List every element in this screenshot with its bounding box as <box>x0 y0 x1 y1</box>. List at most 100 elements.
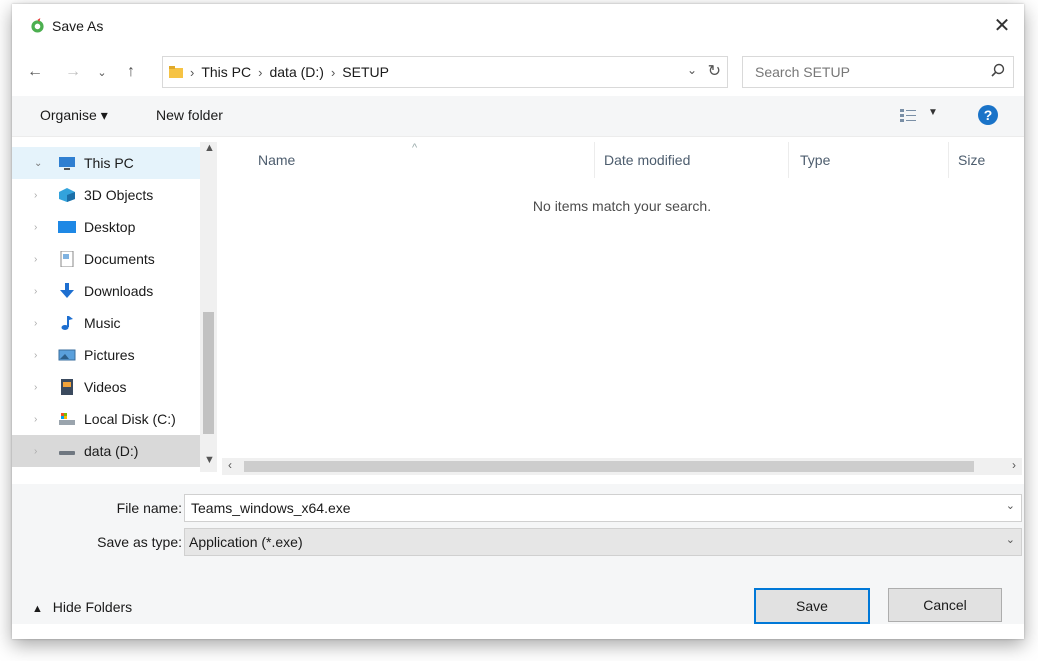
nav-item-this-pc[interactable]: ⌄ This PC <box>12 147 200 179</box>
collapsed-chevron-icon[interactable]: › <box>34 222 44 233</box>
breadcrumb-data-d[interactable]: data (D:) <box>269 64 323 80</box>
help-icon: ? <box>983 107 993 123</box>
music-icon <box>61 316 73 330</box>
nav-pane-scrollbar[interactable]: ▲ ▼ <box>200 142 217 472</box>
view-dropdown-icon[interactable]: ▼ <box>928 107 938 118</box>
back-button[interactable]: ← <box>22 56 48 88</box>
file-name-field[interactable] <box>189 499 983 517</box>
column-header-name[interactable]: Name <box>258 152 295 168</box>
new-folder-button[interactable]: New folder <box>156 107 223 123</box>
recent-locations-button[interactable]: ⌄ <box>92 56 112 88</box>
refresh-icon[interactable]: ↻ <box>708 61 721 81</box>
folder-icon <box>169 66 183 78</box>
3d-objects-icon <box>59 188 75 202</box>
cancel-button[interactable]: Cancel <box>888 588 1002 622</box>
search-icon <box>991 63 1005 77</box>
address-bar[interactable]: › This PC › data (D:) › SETUP ⌄ ↻ <box>162 56 728 88</box>
expand-chevron-icon[interactable]: ⌄ <box>34 158 44 169</box>
collapsed-chevron-icon[interactable]: › <box>34 318 44 329</box>
collapsed-chevron-icon[interactable]: › <box>34 446 44 457</box>
column-header-size[interactable]: Size <box>958 152 985 168</box>
view-options-icon[interactable] <box>900 108 916 122</box>
nav-item-data-d[interactable]: › data (D:) <box>12 435 200 467</box>
save-as-type-select[interactable]: Application (*.exe) ⌄ <box>184 528 1022 556</box>
close-button[interactable]: ✕ <box>980 4 1024 46</box>
nav-item-label: Documents <box>84 251 155 267</box>
nav-item-label: Videos <box>84 379 127 395</box>
chevron-down-icon[interactable]: ⌄ <box>1006 499 1015 512</box>
save-as-type-label: Save as type: <box>97 534 182 550</box>
file-name-combobox[interactable]: ⌄ <box>184 494 1022 522</box>
app-icon <box>31 18 44 33</box>
nav-item-desktop[interactable]: › Desktop <box>12 211 200 243</box>
collapsed-chevron-icon[interactable]: › <box>34 350 44 361</box>
save-button[interactable]: Save <box>754 588 870 624</box>
nav-item-local-disk-c[interactable]: › Local Disk (C:) <box>12 403 200 435</box>
nav-item-pictures[interactable]: › Pictures <box>12 339 200 371</box>
search-input[interactable] <box>753 63 977 81</box>
column-header-type[interactable]: Type <box>800 152 830 168</box>
collapsed-chevron-icon[interactable]: › <box>34 286 44 297</box>
hide-folders-button[interactable]: ▲ Hide Folders <box>32 599 132 615</box>
navigation-row: ← → ⌄ ↑ › This PC › data (D:) › SETUP ⌄ … <box>12 56 1024 88</box>
collapsed-chevron-icon[interactable]: › <box>34 254 44 265</box>
nav-item-music[interactable]: › Music <box>12 307 200 339</box>
chevron-down-icon: ⌄ <box>97 66 107 79</box>
this-pc-icon <box>59 157 75 170</box>
videos-icon <box>61 379 73 395</box>
column-divider[interactable] <box>788 142 789 178</box>
scroll-right-icon[interactable]: › <box>1012 458 1016 472</box>
nav-item-videos[interactable]: › Videos <box>12 371 200 403</box>
file-name-label: File name: <box>116 500 182 516</box>
collapsed-chevron-icon[interactable]: › <box>34 382 44 393</box>
navigation-pane: ⌄ This PC › 3D Objects › Desktop › Docum… <box>12 142 200 472</box>
sort-up-icon: ^ <box>412 142 418 154</box>
save-options-panel: File name: ⌄ Save as type: Application (… <box>12 484 1024 624</box>
drive-icon <box>59 451 75 455</box>
pictures-icon <box>58 349 76 361</box>
file-list: ^ Name Date modified Type Size No items … <box>222 142 1022 450</box>
up-arrow-icon: ↑ <box>127 63 135 80</box>
breadcrumb-separator-icon: › <box>258 64 263 80</box>
nav-item-documents[interactable]: › Documents <box>12 243 200 275</box>
nav-item-label: Desktop <box>84 219 136 235</box>
scroll-thumb[interactable] <box>244 461 974 472</box>
breadcrumb-separator-icon: › <box>330 64 336 80</box>
file-list-horizontal-scrollbar[interactable]: ‹ › <box>222 458 1022 475</box>
help-button[interactable]: ? <box>978 105 998 125</box>
column-divider[interactable] <box>594 142 595 178</box>
local-disk-icon <box>59 413 75 425</box>
up-button[interactable]: ↑ <box>118 56 144 88</box>
title-bar: Save As ✕ <box>12 4 1024 46</box>
forward-arrow-icon: → <box>65 63 81 80</box>
chevron-up-icon: ▲ <box>32 603 43 615</box>
chevron-down-icon[interactable]: ⌄ <box>1006 533 1015 546</box>
forward-button[interactable]: → <box>60 56 86 88</box>
organise-menu[interactable]: Organise ▾ <box>40 107 108 124</box>
scroll-up-icon[interactable]: ▲ <box>204 142 215 154</box>
breadcrumb-setup[interactable]: SETUP <box>342 64 389 80</box>
scroll-left-icon[interactable]: ‹ <box>228 458 232 472</box>
scroll-thumb[interactable] <box>203 312 214 434</box>
nav-item-3d-objects[interactable]: › 3D Objects <box>12 179 200 211</box>
search-box[interactable] <box>742 56 1014 88</box>
nav-item-downloads[interactable]: › Downloads <box>12 275 200 307</box>
collapsed-chevron-icon[interactable]: › <box>34 190 44 201</box>
breadcrumb-this-pc[interactable]: This PC <box>201 64 251 80</box>
nav-item-label: Pictures <box>84 347 135 363</box>
desktop-icon <box>58 221 76 233</box>
downloads-icon <box>60 283 74 298</box>
scroll-down-icon[interactable]: ▼ <box>204 454 215 466</box>
window-title: Save As <box>52 18 104 34</box>
address-dropdown-icon[interactable]: ⌄ <box>687 63 697 77</box>
column-divider[interactable] <box>948 142 949 178</box>
documents-icon <box>60 251 74 267</box>
breadcrumb-separator-icon: › <box>190 64 195 80</box>
nav-item-label: This PC <box>84 155 134 171</box>
column-header-date[interactable]: Date modified <box>604 152 690 168</box>
empty-state-message: No items match your search. <box>532 198 712 214</box>
nav-item-label: Music <box>84 315 121 331</box>
nav-item-label: Downloads <box>84 283 154 299</box>
collapsed-chevron-icon[interactable]: › <box>34 414 44 425</box>
save-as-type-value: Application (*.exe) <box>189 534 303 550</box>
